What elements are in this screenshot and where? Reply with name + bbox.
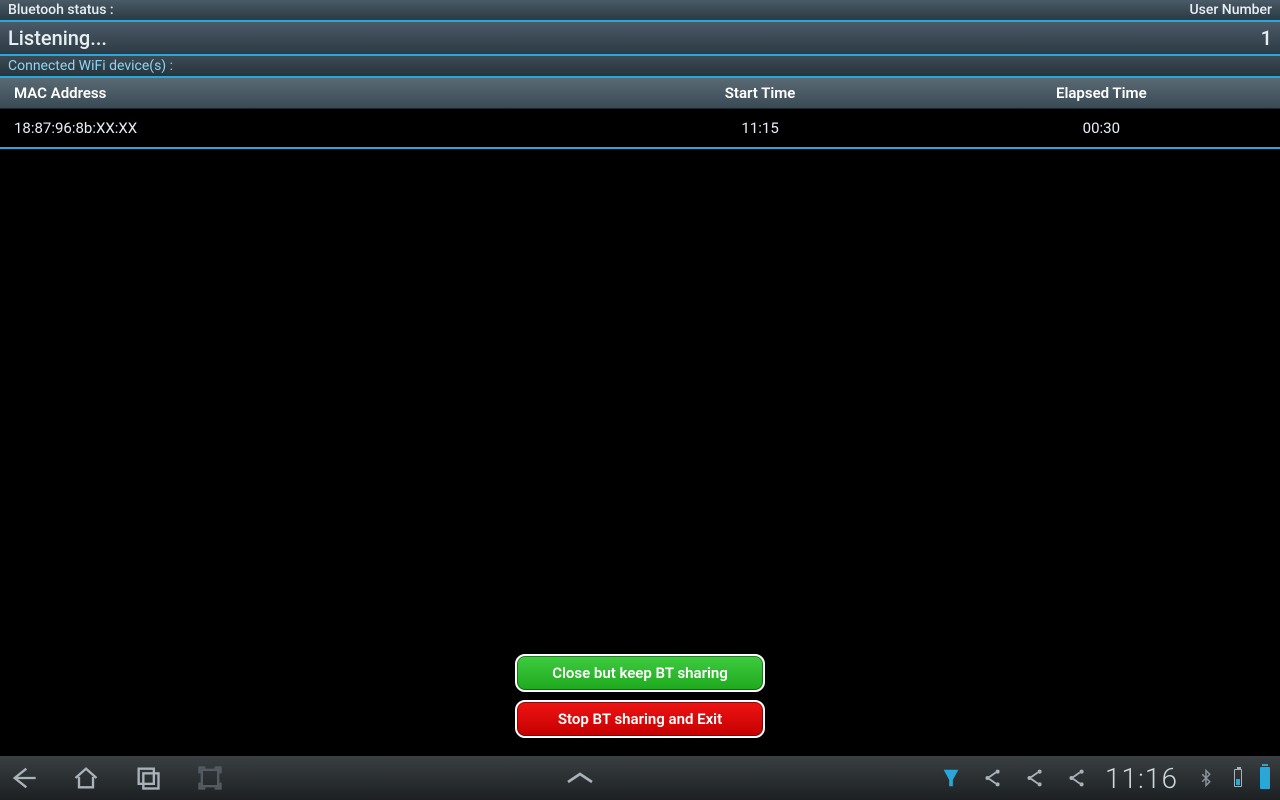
col-header-start: Start Time — [589, 84, 930, 102]
recent-apps-icon[interactable] — [134, 764, 162, 792]
device-table-header: MAC Address Start Time Elapsed Time — [0, 78, 1280, 109]
app-screen: { "header": { "bluetooth_label": "Blueto… — [0, 0, 1280, 800]
header-values-bar: Listening... 1 — [0, 22, 1280, 56]
nav-left-group — [10, 764, 224, 792]
back-icon[interactable] — [10, 764, 38, 792]
bluetooth-icon — [1192, 764, 1220, 792]
system-navbar: 11:16 — [0, 756, 1280, 800]
share-icon-3[interactable] — [1063, 764, 1091, 792]
system-clock[interactable]: 11:16 — [1105, 762, 1178, 795]
user-number-value: 1 — [1261, 26, 1272, 50]
col-header-elapsed: Elapsed Time — [931, 84, 1272, 102]
share-icon-2[interactable] — [1021, 764, 1049, 792]
col-header-mac: MAC Address — [8, 84, 589, 102]
share-icon[interactable] — [979, 764, 1007, 792]
user-number-label: User Number — [1189, 2, 1272, 18]
chevron-up-icon — [563, 770, 597, 786]
bluetooth-status-label: Bluetooh status : — [8, 2, 114, 18]
battery-icon — [1256, 767, 1270, 789]
cell-mac: 18:87:96:8b:XX:XX — [8, 119, 589, 137]
screenshot-icon[interactable] — [196, 764, 224, 792]
action-button-group: Close but keep BT sharing Stop BT sharin… — [0, 654, 1280, 744]
bluetooth-status-value: Listening... — [8, 26, 107, 50]
nav-center[interactable] — [224, 770, 937, 786]
notification-app-icon[interactable] — [937, 764, 965, 792]
cell-start: 11:15 — [589, 119, 930, 137]
wifi-devices-label: Connected WiFi device(s) : — [0, 56, 1280, 78]
nav-right-group: 11:16 — [937, 762, 1270, 795]
cell-elapsed: 00:30 — [931, 119, 1272, 137]
home-icon[interactable] — [72, 764, 100, 792]
close-keep-bt-button[interactable]: Close but keep BT sharing — [515, 654, 765, 692]
table-row[interactable]: 18:87:96:8b:XX:XX 11:15 00:30 — [0, 109, 1280, 149]
stop-bt-exit-button[interactable]: Stop BT sharing and Exit — [515, 700, 765, 738]
wifi-battery-icon — [1234, 769, 1242, 787]
header-labels-bar: Bluetooh status : User Number — [0, 0, 1280, 22]
